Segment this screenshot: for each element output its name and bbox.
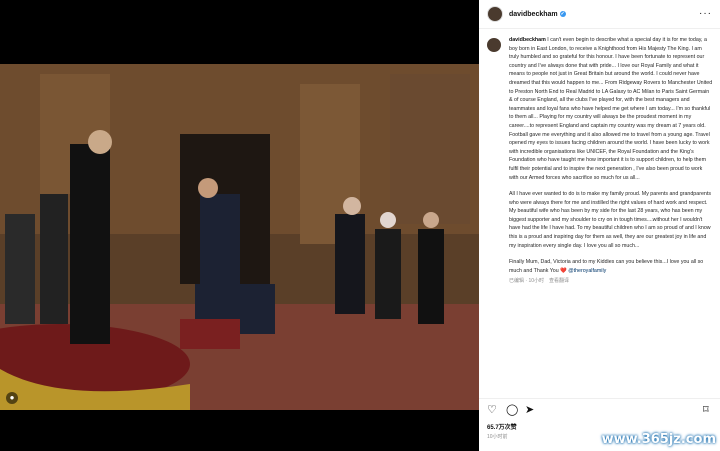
knighthood-ceremony-image: [0, 64, 479, 410]
post-time: 10小时前: [487, 434, 508, 440]
username[interactable]: davidbeckham ✓: [509, 11, 566, 18]
mention-link[interactable]: @theroyalfamily: [568, 268, 606, 274]
post-sidebar: davidbeckham ✓ ··· davidbeckham I can't e…: [479, 0, 720, 451]
photo-tag-icon[interactable]: ●: [6, 392, 18, 404]
post-photo[interactable]: ●: [0, 64, 479, 410]
more-options-icon[interactable]: ···: [699, 8, 712, 19]
caption-paragraph-2: All I have ever wanted to do is to make …: [509, 191, 711, 249]
caption-avatar[interactable]: [487, 38, 501, 52]
avatar[interactable]: [487, 6, 503, 22]
media-panel: ●: [0, 0, 479, 451]
share-icon[interactable]: ➤: [525, 405, 534, 416]
like-icon[interactable]: ♡: [487, 405, 497, 416]
verified-icon: ✓: [559, 10, 566, 17]
comment-icon[interactable]: ◯: [506, 405, 518, 416]
caption-area: davidbeckham I can't even begin to descr…: [479, 32, 720, 390]
likes-count[interactable]: 65.7万次赞: [487, 422, 517, 431]
post-header: davidbeckham ✓ ···: [479, 0, 720, 29]
watermark: www.365jz.com: [601, 432, 716, 447]
caption-text: davidbeckham I can't even begin to descr…: [509, 36, 713, 286]
caption-username[interactable]: davidbeckham: [509, 37, 546, 43]
action-bar: ♡ ◯ ➤ ⌑: [479, 398, 720, 419]
caption-meta: 已编辑 · 10小时 查看翻译: [509, 278, 570, 285]
save-icon[interactable]: ⌑: [703, 405, 709, 416]
caption-paragraph-1: I can't even begin to describe what a sp…: [509, 37, 713, 181]
